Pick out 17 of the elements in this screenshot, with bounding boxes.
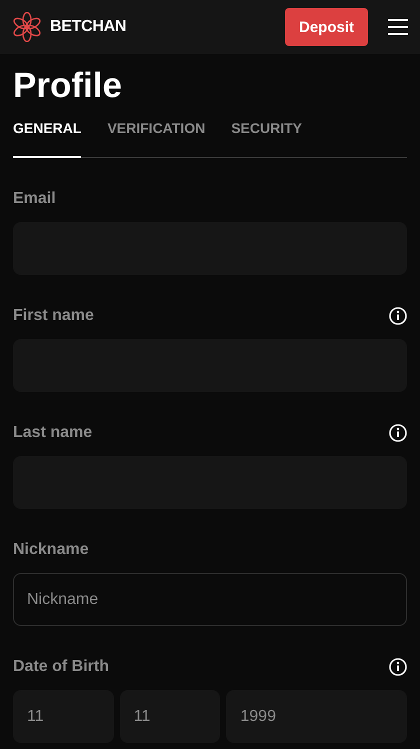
info-icon[interactable]	[389, 658, 407, 676]
field-label: Date of Birth	[13, 658, 109, 676]
field-label: Nickname	[13, 541, 89, 559]
page-title: Profile	[13, 66, 123, 106]
field-label: Email	[13, 190, 56, 208]
tab[interactable]: VERIFICATION	[107, 120, 206, 158]
tab[interactable]: GENERAL	[13, 120, 82, 158]
brand-name: BETCHAN	[50, 18, 128, 36]
field-label: Last name	[13, 424, 92, 442]
flower-logo-icon	[12, 12, 42, 42]
deposit-button[interactable]: Deposit	[284, 8, 368, 46]
info-icon[interactable]	[389, 424, 407, 442]
menu-icon[interactable]	[388, 18, 408, 36]
info-icon[interactable]	[389, 307, 407, 325]
field-label: First name	[13, 307, 94, 325]
tab[interactable]: SECURITY	[231, 120, 302, 158]
input-field[interactable]: Nickname	[13, 573, 407, 626]
